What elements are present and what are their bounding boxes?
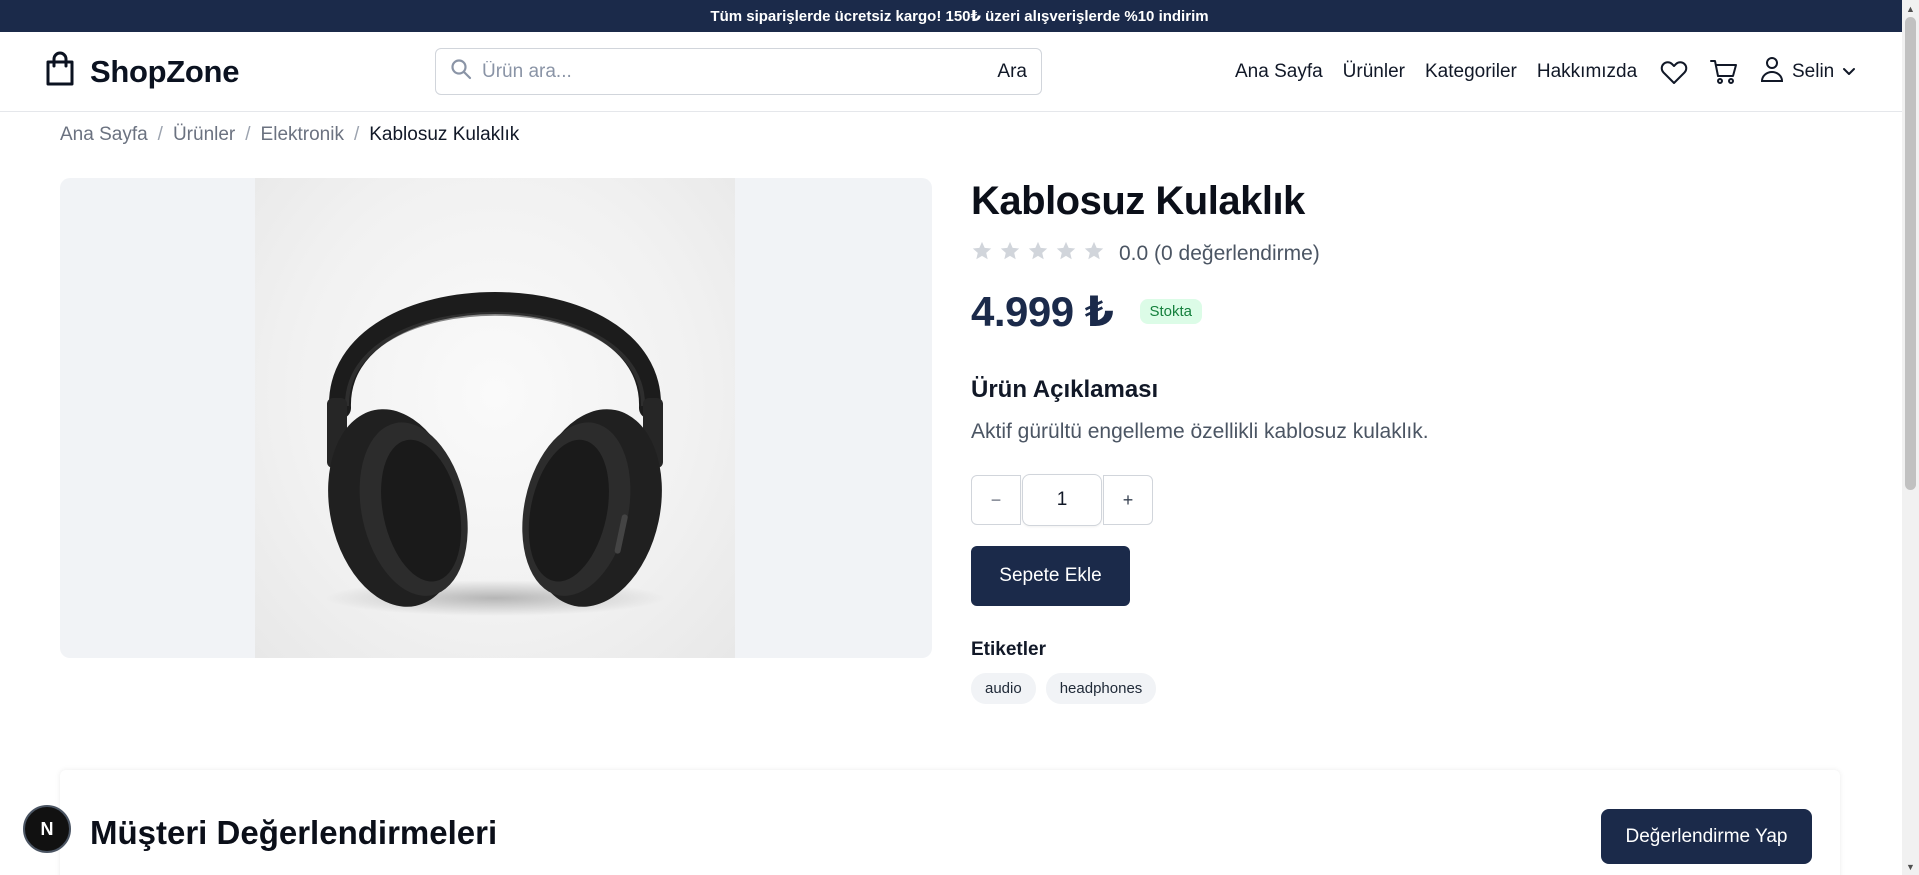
scrollbar[interactable]: ▲ ▼ [1902,0,1919,875]
quantity-input[interactable] [1022,474,1102,526]
star-icon [971,240,993,267]
breadcrumb-current: Kablosuz Kulaklık [369,124,520,145]
header-actions: Selin [1660,32,1856,112]
product-description: Aktif gürültü engelleme özellikli kablos… [971,420,1429,443]
product-image-container [60,178,932,658]
breadcrumb-separator: / [245,124,251,145]
nav-link-home[interactable]: Ana Sayfa [1235,61,1323,83]
rating-text: 0.0 (0 değerlendirme) [1119,241,1320,265]
stock-badge: Stokta [1139,299,1203,324]
breadcrumb-products[interactable]: Ürünler [173,124,235,146]
main-nav: Ana Sayfa Ürünler Kategoriler Hakkımızda [1235,32,1637,112]
description-title: Ürün Açıklaması [971,376,1159,403]
scrollbar-thumb[interactable] [1905,17,1916,490]
site-header: ShopZone Ara Ana Sayfa Ürünler Kategoril… [0,32,1919,112]
nextjs-dev-indicator[interactable]: N [23,805,71,853]
quantity-stepper: − + [971,474,1831,526]
logo[interactable]: ShopZone [44,51,239,92]
search-input[interactable] [482,60,998,83]
star-icon [1055,240,1077,267]
tags-title: Etiketler [971,639,1046,660]
breadcrumb-separator: / [157,124,163,145]
product-price: 4.999 ₺ [971,288,1114,335]
tag-chip[interactable]: headphones [1045,673,1157,704]
write-review-button[interactable]: Değerlendirme Yap [1601,809,1812,864]
star-icon [999,240,1021,267]
user-name: Selin [1792,61,1835,82]
price-row: 4.999 ₺ Stokta [971,287,1831,336]
announcement-bar: Tüm siparişlerde ücretsiz kargo! 150₺ üz… [0,0,1919,32]
reviews-section: Müşteri Değerlendirmeleri Değerlendirme … [60,770,1840,875]
nav-link-categories[interactable]: Kategoriler [1425,61,1517,83]
search-button[interactable]: Ara [997,61,1027,83]
search-icon [450,58,472,85]
quantity-increase-button[interactable]: + [1103,475,1153,525]
tag-chip[interactable]: audio [971,673,1036,704]
tag-list: audio headphones [971,673,1831,704]
nav-link-about[interactable]: Hakkımızda [1537,61,1637,83]
reviews-title: Müşteri Değerlendirmeleri [90,814,498,851]
chevron-down-icon [1842,61,1856,83]
scroll-up-arrow-icon[interactable]: ▲ [1902,0,1919,17]
product-photo [255,178,735,658]
shopping-bag-icon [44,51,76,92]
breadcrumb-home[interactable]: Ana Sayfa [60,124,148,146]
breadcrumb-category[interactable]: Elektronik [261,124,344,146]
breadcrumb-separator: / [353,124,360,145]
logo-text: ShopZone [90,53,240,89]
cart-icon[interactable] [1710,59,1738,85]
product-info: Kablosuz Kulaklık 0.0 (0 değerlendirme) … [971,178,1831,704]
product-title: Kablosuz Kulaklık [971,179,1305,223]
scroll-down-arrow-icon[interactable]: ▼ [1902,858,1919,875]
announcement-text: Tüm siparişlerde ücretsiz kargo! 150₺ üz… [710,8,1209,25]
star-icon [1083,240,1105,267]
star-icon [1027,240,1049,267]
breadcrumb: Ana Sayfa / Ürünler / Elektronik / Kablo… [60,124,519,146]
headphones-illustration [325,292,665,616]
nav-link-products[interactable]: Ürünler [1343,61,1405,83]
user-icon [1760,56,1784,88]
quantity-decrease-button[interactable]: − [971,475,1021,525]
heart-icon[interactable] [1660,59,1688,85]
add-to-cart-button[interactable]: Sepete Ekle [971,546,1130,606]
user-menu[interactable]: Selin [1760,56,1856,88]
search-bar: Ara [435,48,1042,95]
product-rating: 0.0 (0 değerlendirme) [971,240,1831,267]
